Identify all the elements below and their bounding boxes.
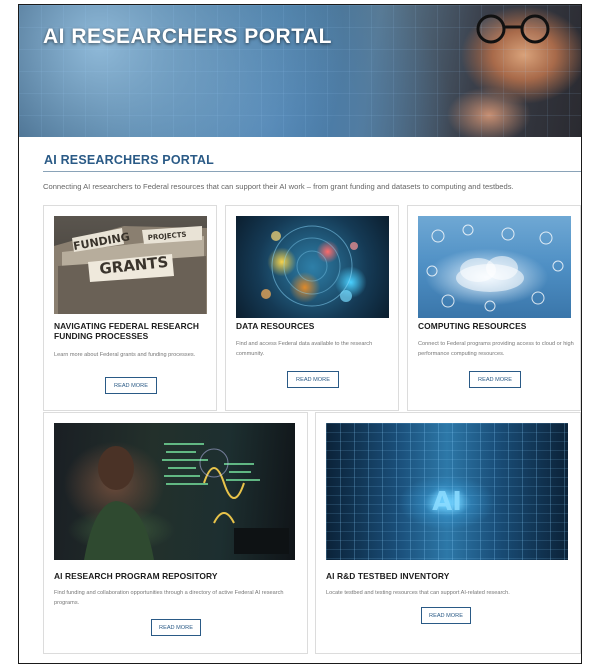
read-more-button[interactable]: READ MORE [421, 607, 471, 624]
funding-folders-graphic: FUNDING PROJECTS GRANTS [54, 226, 207, 314]
card-testbed: AI AI R&D TESTBED INVENTORY Locate testb… [315, 412, 581, 654]
card-title: AI RESEARCH PROGRAM REPOSITORY [54, 571, 218, 581]
card-description: Find and access Federal data available t… [236, 341, 373, 357]
card-title: NAVIGATING FEDERAL RESEARCH FUNDING PROC… [54, 321, 200, 341]
page-frame: AI RESEARCHERS PORTAL AI RESEARCHERS POR… [18, 4, 582, 664]
section-intro: Connecting AI researchers to Federal res… [43, 182, 514, 191]
read-more-button[interactable]: READ MORE [287, 371, 339, 388]
card-description: Find funding and collaboration opportuni… [54, 590, 284, 606]
card-image-repository [54, 423, 295, 560]
section-divider [43, 171, 581, 172]
read-more-button[interactable]: READ MORE [105, 377, 157, 394]
read-more-button[interactable]: READ MORE [151, 619, 201, 636]
card-title: COMPUTING RESOURCES [418, 321, 527, 331]
hero-banner: AI RESEARCHERS PORTAL [19, 5, 581, 137]
card-image-funding: FUNDING PROJECTS GRANTS [54, 216, 207, 314]
cloud-icons-graphic [426, 224, 564, 312]
card-title: AI R&D TESTBED INVENTORY [326, 571, 450, 581]
card-image-data [236, 216, 389, 318]
card-data: DATA RESOURCES Find and access Federal d… [225, 205, 399, 411]
hero-title: AI RESEARCHERS PORTAL [43, 25, 332, 48]
section-heading: AI RESEARCHERS PORTAL [44, 153, 214, 167]
data-network-graphic [261, 225, 358, 307]
ai-glyph: AI [432, 487, 462, 518]
card-description: Learn more about Federal grants and fund… [54, 352, 196, 358]
researcher-screen-graphic [84, 443, 289, 560]
read-more-button[interactable]: READ MORE [469, 371, 521, 388]
glasses-graphic [476, 14, 550, 44]
card-image-testbed: AI [326, 423, 568, 560]
card-description: Connect to Federal programs providing ac… [418, 341, 574, 357]
card-description: Locate testbed and testing resources tha… [326, 590, 510, 596]
card-funding: FUNDING PROJECTS GRANTS NAVIGATING FEDER… [43, 205, 217, 411]
card-repository: AI RESEARCH PROGRAM REPOSITORY Find fund… [43, 412, 308, 654]
card-title: DATA RESOURCES [236, 321, 315, 331]
card-image-computing [418, 216, 571, 318]
card-computing: COMPUTING RESOURCES Connect to Federal p… [407, 205, 581, 411]
